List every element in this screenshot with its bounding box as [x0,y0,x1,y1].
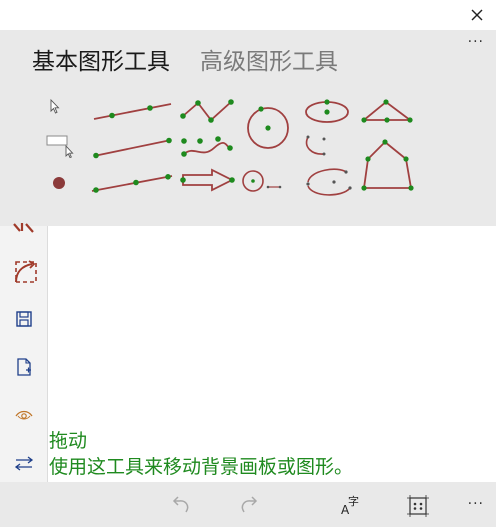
line-tool-icon[interactable] [88,134,178,166]
help-title: 拖动 [49,430,88,452]
circle-tool-icon[interactable] [244,106,294,152]
transform-tool-icon[interactable] [12,258,40,286]
tab-basic-tools[interactable]: 基本图形工具 [32,42,170,76]
triangle-tool-icon[interactable] [358,96,418,126]
ellipse-arc-tool-icon[interactable] [300,164,360,202]
new-file-icon[interactable] [12,356,38,378]
select-tool-icon[interactable] [44,133,78,159]
panel-more-button[interactable]: ··· [468,34,484,50]
vector-arrow-tool-icon[interactable] [178,167,238,199]
text-style-icon[interactable]: A 字 [338,492,364,518]
tab-advanced-tools[interactable]: 高级图形工具 [200,42,338,76]
partial-tool-icon[interactable] [12,222,38,236]
undo-icon[interactable] [170,494,192,516]
freehand-curve-tool-icon[interactable] [178,133,238,163]
swap-arrows-icon[interactable] [12,452,38,474]
tools-panel: ··· 基本图形工具 高级图形工具 [0,30,496,226]
close-button[interactable] [466,4,488,26]
visibility-eye-icon[interactable] [12,404,38,426]
ray-tool-icon[interactable] [88,173,178,205]
title-bar [0,0,496,30]
help-description: 使用这工具来移动背景画板或图形。 [49,456,354,478]
tool-help: 拖动 使用这工具来移动背景画板或图形。 [49,428,353,480]
bottom-toolbar: A 字 ··· [0,482,496,527]
circle-radius-tool-icon[interactable] [240,168,284,194]
left-sidebar [0,223,48,482]
segment-tool-icon[interactable] [88,94,178,126]
arc-tool-icon[interactable] [300,131,340,161]
toolbar-more-button[interactable]: ··· [468,496,484,512]
polyline-tool-icon[interactable] [178,96,238,126]
close-icon [471,9,483,21]
save-icon[interactable] [12,308,38,330]
grid-settings-icon[interactable] [406,494,430,518]
polygon-tool-icon[interactable] [358,138,418,192]
move-tool-icon[interactable] [46,98,62,116]
svg-text:字: 字 [348,494,359,508]
redo-icon[interactable] [238,494,260,516]
ellipse-tool-icon[interactable] [300,96,356,126]
point-tool-icon[interactable] [50,174,68,192]
